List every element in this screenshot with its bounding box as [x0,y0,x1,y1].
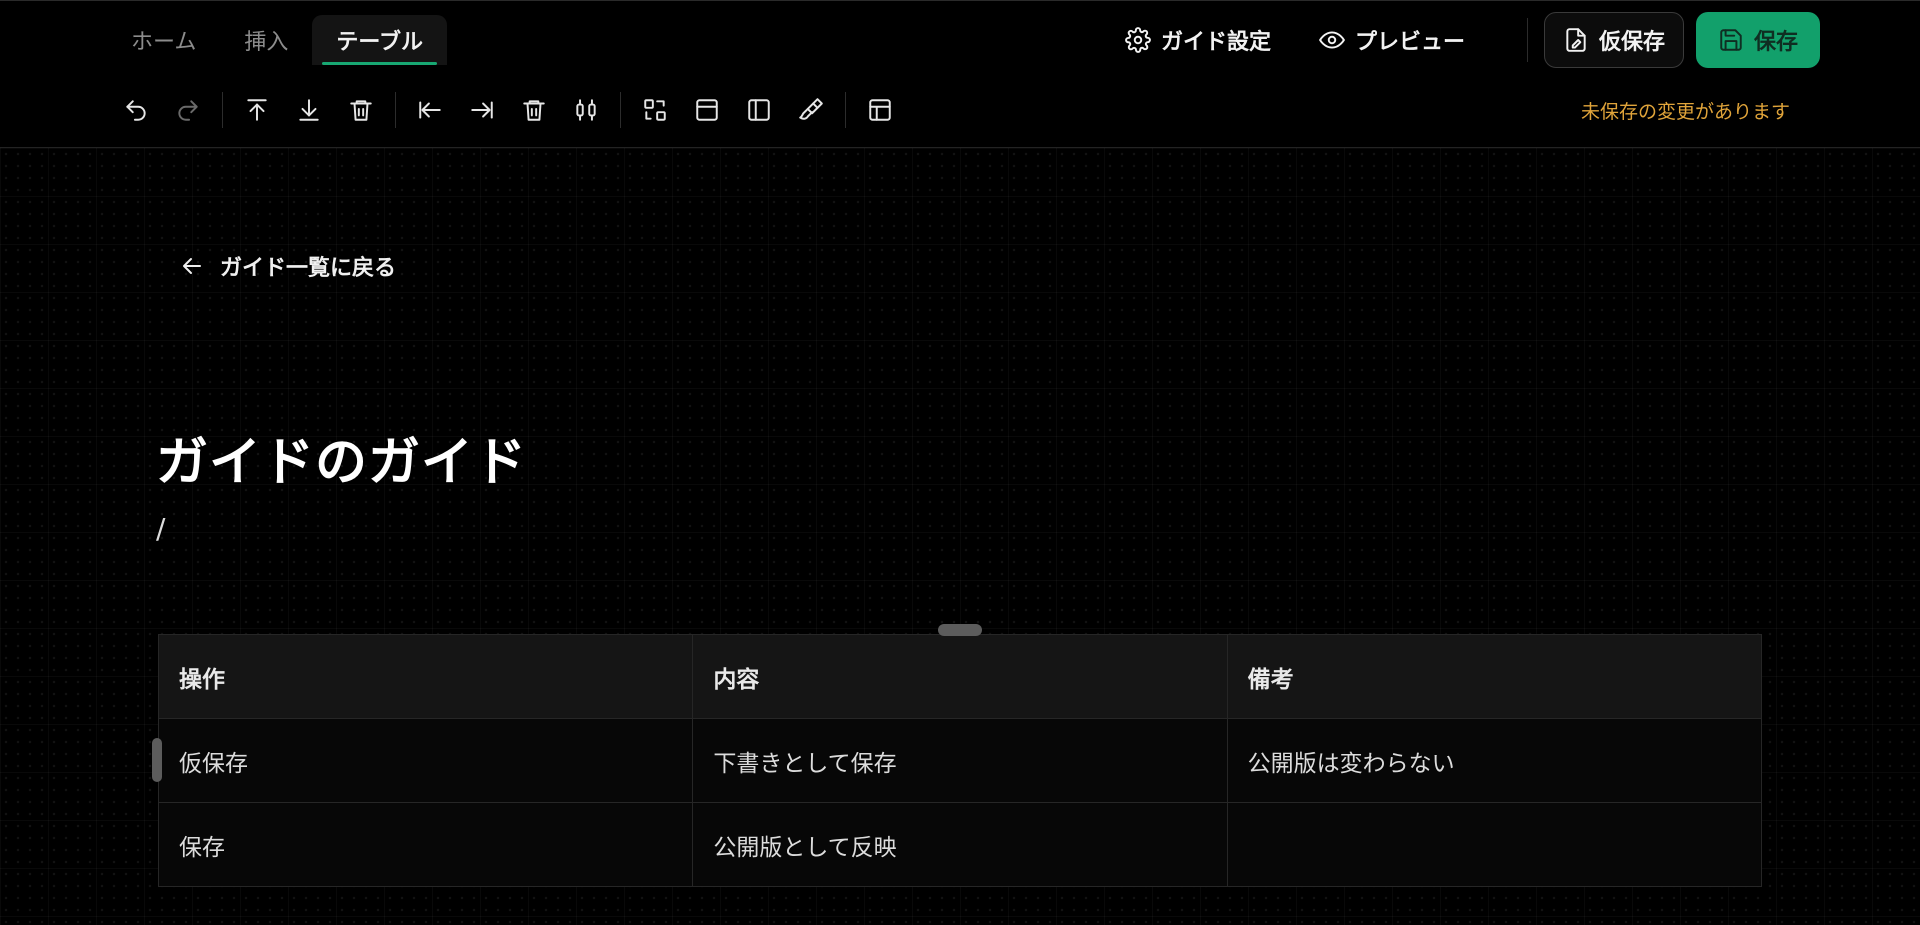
column-width-icon [576,99,596,121]
tab-table[interactable]: テーブル [312,15,448,65]
undo-icon [126,100,146,121]
ribbon-tabs: ホーム 挿入 テーブル [107,15,448,65]
table-row: 仮保存 下書きとして保存 公開版は変わらない [157,718,1763,803]
brush-icon [799,98,823,120]
delete-row-button[interactable] [335,89,387,131]
table-icon [869,99,891,121]
insert-row-above-icon [247,99,267,121]
header-column-button[interactable] [733,89,785,131]
save-label: 保存 [1753,30,1798,55]
table-cell[interactable]: 公開版として反映 [692,802,1228,887]
table-header-cell[interactable]: 内容 [692,634,1228,719]
toolbar-separator [222,92,223,128]
redo-icon [178,100,198,121]
save-button[interactable]: 保存 [1695,12,1820,68]
draft-save-button[interactable]: 仮保存 [1543,12,1684,68]
insert-column-right-icon [471,101,493,119]
toolbar-separator [845,92,846,128]
table-cell[interactable]: 保存 [157,802,694,887]
editor-text-line[interactable]: / [156,512,165,545]
header-column-icon [748,99,770,121]
header-row-button[interactable] [681,89,733,131]
table-cell[interactable]: 仮保存 [157,718,694,803]
undo-button[interactable] [110,89,162,131]
eye-icon [1319,31,1345,49]
table-cell[interactable]: 下書きとして保存 [692,718,1228,803]
content-table: 操作 内容 備考 仮保存 下書きとして保存 公開版は変わらない 保存 公開版とし… [152,624,1763,887]
arrow-left-icon [183,258,201,274]
table-header-cell[interactable]: 備考 [1226,634,1763,719]
table-row: 保存 公開版として反映 [157,802,1763,887]
table-header-cell[interactable]: 操作 [157,634,694,719]
row-drag-handle[interactable] [152,738,162,782]
unsaved-changes-status: 未保存の変更があります [1580,101,1790,123]
merge-cells-button[interactable] [629,89,681,131]
table-toolbar [110,89,906,131]
table-cell[interactable] [1226,802,1763,887]
guide-settings-label: ガイド設定 [1160,30,1271,55]
column-width-button[interactable] [560,89,612,131]
tab-home[interactable]: ホーム [107,15,220,65]
delete-column-button[interactable] [508,89,560,131]
editor-canvas: ガイド一覧に戻る ガイドのガイド / 操作 内容 備考 仮保存 下書きとして保存… [0,148,1920,925]
page-title[interactable]: ガイドのガイド [156,420,527,495]
toolbar-separator [395,92,396,128]
back-link-label: ガイド一覧に戻る [220,256,397,281]
table-settings-button[interactable] [854,89,906,131]
preview-label: プレビュー [1354,30,1465,55]
gear-icon [1125,27,1151,53]
top-bar: ホーム 挿入 テーブル ガイド設定 プレビュー 仮保存 保存 未保存の変更があり… [0,0,1920,148]
header-actions: ガイド設定 プレビュー 仮保存 保存 [1101,11,1820,69]
trash-icon [523,100,545,121]
preview-button[interactable]: プレビュー [1295,12,1489,68]
back-to-guides-link[interactable]: ガイド一覧に戻る [180,250,396,282]
cell-color-button[interactable] [785,89,837,131]
guide-settings-button[interactable]: ガイド設定 [1101,12,1295,68]
file-draft-icon [1566,28,1586,52]
tab-insert[interactable]: 挿入 [220,15,312,65]
insert-column-left-button[interactable] [404,89,456,131]
insert-column-right-button[interactable] [456,89,508,131]
table-header-row: 操作 内容 備考 [157,634,1763,719]
merge-cells-icon [644,99,666,121]
insert-row-above-button[interactable] [231,89,283,131]
draft-save-label: 仮保存 [1598,30,1665,55]
header-divider [1526,18,1528,62]
editor-app: ホーム 挿入 テーブル ガイド設定 プレビュー 仮保存 保存 未保存の変更があり… [0,0,1920,925]
insert-row-below-icon [299,99,319,121]
toolbar-separator [620,92,621,128]
table-resize-handle[interactable] [938,624,982,636]
table-cell[interactable]: 公開版は変わらない [1226,718,1763,803]
insert-row-below-button[interactable] [283,89,335,131]
guide-table: 操作 内容 備考 仮保存 下書きとして保存 公開版は変わらない 保存 公開版とし… [157,634,1763,887]
save-icon [1720,29,1742,51]
trash-icon [350,100,372,121]
header-row-icon [696,99,718,121]
redo-button[interactable] [162,89,214,131]
insert-column-left-icon [419,101,441,119]
